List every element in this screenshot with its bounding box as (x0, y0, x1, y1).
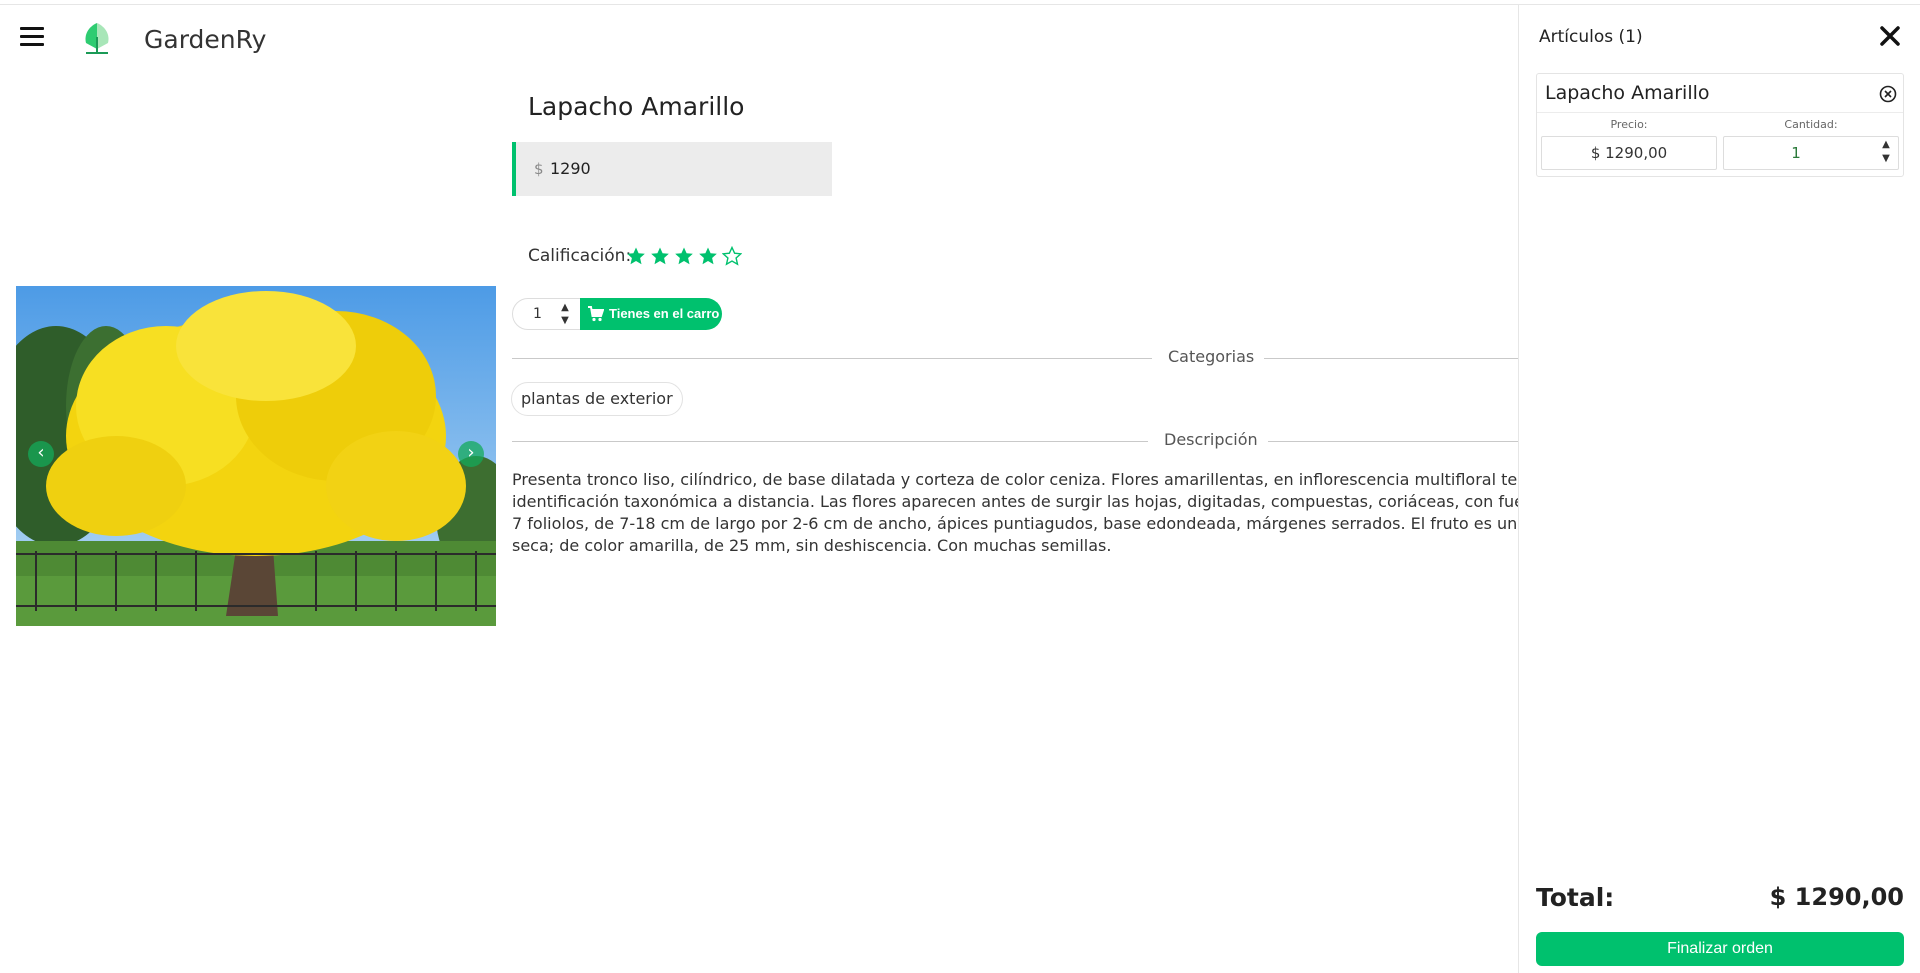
cart-item: Lapacho Amarillo Precio: Cantidad: $ 129… (1536, 73, 1904, 177)
brand-name[interactable]: GardenRy (144, 25, 266, 54)
description-line: identificación taxonómica a distancia. L… (512, 492, 1518, 511)
total-value: $ 1290,00 (1769, 883, 1904, 911)
hamburger-menu-icon[interactable] (20, 27, 44, 47)
product-image-carousel: ‹ › (16, 286, 496, 626)
app-header: GardenRy (0, 5, 1518, 71)
description-line: 7 foliolos, de 7-18 cm de largo por 2-6 … (512, 514, 1518, 533)
quantity-spinner-icon[interactable]: ▲ ▼ (559, 301, 571, 327)
star-empty-icon[interactable] (722, 246, 742, 266)
quantity-field-label: Cantidad: (1784, 118, 1838, 131)
price-currency: $ (534, 160, 544, 178)
price-field-label: Precio: (1610, 118, 1648, 131)
carousel-prev-icon[interactable]: ‹ (28, 441, 54, 467)
categories-divider: Categorias (512, 346, 1518, 370)
cart-item-name: Lapacho Amarillo (1545, 82, 1710, 104)
cart-item-quantity-field[interactable]: 1 ▲ ▼ (1723, 136, 1899, 170)
price-box: $ 1290 (512, 142, 832, 196)
total-label: Total: (1536, 883, 1615, 912)
rating-label: Calificación: (528, 246, 632, 266)
description-line: seca; de color amarilla, de 25 mm, sin d… (512, 536, 1112, 555)
remove-item-icon[interactable] (1879, 85, 1897, 103)
in-cart-button[interactable]: Tienes en el carro (580, 298, 722, 330)
shopping-cart-icon (588, 306, 604, 322)
quantity-spinner-icon[interactable]: ▲ ▼ (1880, 138, 1892, 166)
close-icon[interactable] (1879, 25, 1901, 47)
star-filled-icon[interactable] (674, 246, 694, 266)
cart-item-price-field[interactable]: $ 1290,00 (1541, 136, 1717, 170)
quantity-stepper[interactable]: 1 ▲ ▼ (512, 298, 582, 330)
in-cart-button-label: Tienes en el carro (609, 306, 720, 321)
price-value: 1290 (550, 159, 591, 178)
category-tag[interactable]: plantas de exterior (511, 382, 683, 416)
cart-total: Total: $ 1290,00 (1536, 883, 1904, 913)
product-title: Lapacho Amarillo (528, 92, 745, 121)
cart-panel: Artículos (1) Lapacho Amarillo Precio: C… (1518, 5, 1920, 973)
description-divider: Descripción (512, 429, 1518, 453)
cart-item-quantity-value: 1 (1791, 144, 1801, 162)
star-filled-icon[interactable] (650, 246, 670, 266)
product-description: Presenta tronco liso, cilíndrico, de bas… (512, 469, 1518, 557)
product-image (16, 286, 496, 626)
description-heading: Descripción (1164, 430, 1258, 449)
checkout-button[interactable]: Finalizar orden (1536, 932, 1904, 966)
star-filled-icon[interactable] (626, 246, 646, 266)
cart-title: Artículos (1) (1539, 27, 1643, 47)
tree-logo-icon[interactable] (78, 19, 116, 57)
carousel-next-icon[interactable]: › (458, 441, 484, 467)
description-line: Presenta tronco liso, cilíndrico, de bas… (512, 470, 1518, 489)
quantity-value: 1 (533, 306, 542, 322)
rating-stars (626, 246, 742, 266)
star-filled-icon[interactable] (698, 246, 718, 266)
categories-heading: Categorias (1168, 347, 1255, 366)
